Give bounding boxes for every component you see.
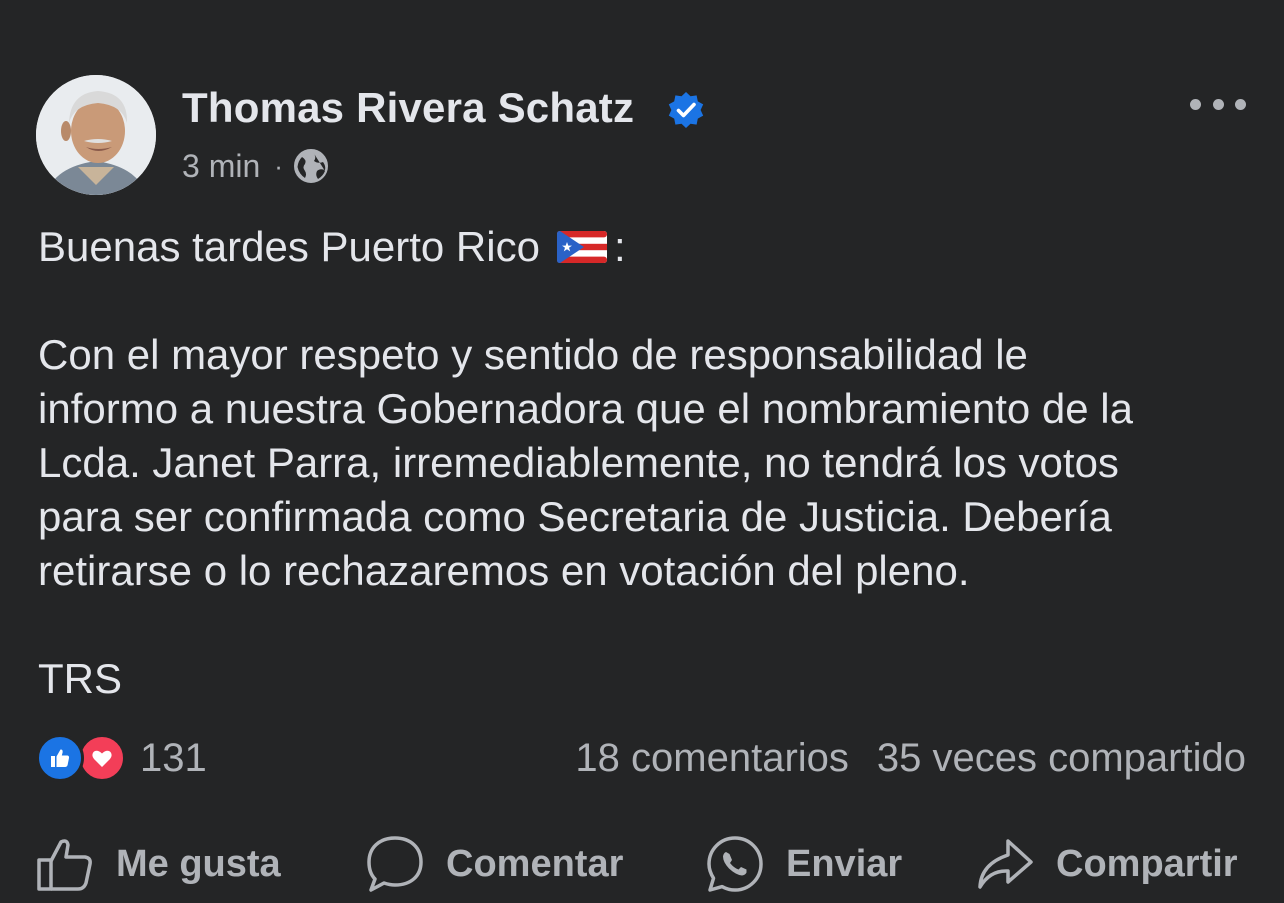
post-meta: 3 min · (182, 146, 329, 186)
body-line: Con el mayor respeto y sentido de respon… (38, 331, 1028, 378)
more-dot (1190, 98, 1201, 110)
share-button[interactable]: Compartir (976, 835, 1238, 893)
comments-count[interactable]: 18 comentarios (575, 736, 848, 781)
reaction-count: 131 (140, 735, 207, 780)
reaction-summary[interactable]: 131 (36, 733, 207, 783)
like-reaction-icon (36, 734, 84, 782)
whatsapp-icon (707, 836, 763, 892)
meta-separator: · (274, 150, 283, 181)
author-name[interactable]: Thomas Rivera Schatz (182, 84, 634, 132)
send-button[interactable]: Enviar (706, 835, 902, 893)
heart-icon (92, 750, 112, 767)
body-line: Lcda. Janet Parra, irremediablemente, no… (38, 439, 1119, 486)
like-label: Me gusta (116, 842, 281, 885)
greeting-colon: : (613, 223, 626, 270)
post-text: Buenas tardes Puerto Rico : Con el mayor… (38, 220, 1253, 706)
globe-icon[interactable] (293, 148, 329, 184)
engagement-stats: 18 comentarios 35 veces compartido (575, 733, 1246, 783)
body-line: retirarse o lo rechazaremos en votación … (38, 547, 970, 594)
facebook-post: Thomas Rivera Schatz 3 min · Buenas tard… (0, 0, 1284, 903)
post-time[interactable]: 3 min (182, 148, 260, 185)
like-button[interactable]: Me gusta (36, 835, 281, 893)
more-dot (1212, 98, 1224, 110)
thumbs-up-outline-icon (37, 839, 92, 891)
comment-label: Comentar (446, 842, 624, 885)
comment-button[interactable]: Comentar (366, 835, 623, 893)
love-reaction-icon (78, 734, 126, 782)
signature: TRS (38, 655, 122, 702)
more-dot (1235, 98, 1246, 110)
thumbs-up-icon (51, 749, 70, 767)
shares-count[interactable]: 35 veces compartido (877, 736, 1246, 781)
greeting-line: Buenas tardes Puerto Rico : (38, 220, 1253, 274)
puerto-rico-flag-icon (556, 231, 607, 263)
send-label: Enviar (786, 842, 903, 885)
more-options-icon[interactable] (1190, 92, 1246, 116)
comment-bubble-icon (367, 836, 423, 892)
body-line: informo a nuestra Gobernadora que el nom… (38, 385, 1133, 432)
greeting-text: Buenas tardes Puerto Rico (38, 223, 540, 270)
share-arrow-icon (978, 839, 1033, 889)
verified-badge-icon (668, 92, 704, 128)
avatar-portrait (36, 75, 156, 195)
share-label: Compartir (1056, 842, 1238, 885)
body-line: para ser confirmada como Secretaria de J… (38, 493, 1112, 540)
author-avatar[interactable] (36, 75, 156, 195)
